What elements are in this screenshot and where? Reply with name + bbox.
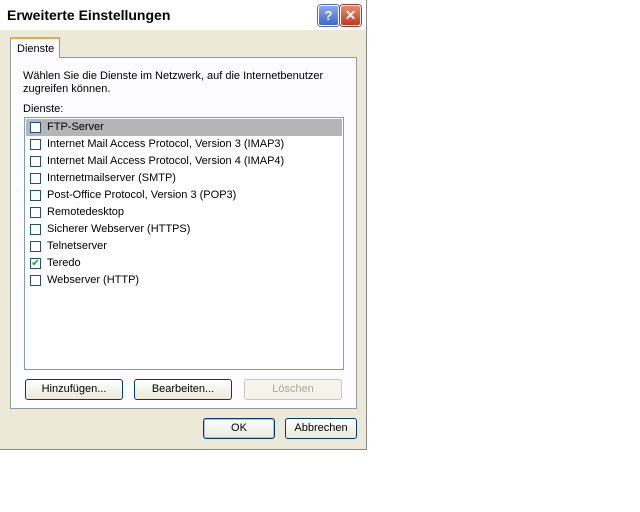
checkbox[interactable] — [30, 241, 41, 252]
add-button[interactable]: Hinzufügen... — [25, 379, 123, 400]
checkbox[interactable] — [30, 156, 41, 167]
list-item-label: Teredo — [47, 257, 81, 269]
list-item[interactable]: Remotedesktop — [26, 204, 342, 221]
list-item[interactable]: ✔ Teredo — [26, 255, 342, 272]
list-item-label: Internetmailserver (SMTP) — [47, 172, 176, 184]
checkbox-checked[interactable]: ✔ — [30, 258, 41, 269]
services-list-label: Dienste: — [23, 103, 64, 115]
list-item-label: FTP-Server — [47, 121, 104, 133]
cancel-button[interactable]: Abbrechen — [285, 418, 357, 439]
description-text: Wählen Sie die Dienste im Netzwerk, auf … — [23, 70, 324, 95]
window-title: Erweiterte Einstellungen — [7, 7, 171, 23]
list-item[interactable]: Internet Mail Access Protocol, Version 4… — [26, 153, 342, 170]
title-bar[interactable]: Erweiterte Einstellungen ? ✕ — [0, 0, 366, 30]
checkbox[interactable] — [30, 207, 41, 218]
delete-button[interactable]: Löschen — [244, 379, 342, 400]
checkbox[interactable] — [30, 275, 41, 286]
checkbox[interactable] — [30, 139, 41, 150]
list-item-label: Remotedesktop — [47, 206, 125, 218]
checkbox[interactable] — [30, 173, 41, 184]
services-listbox[interactable]: FTP-Server Internet Mail Access Protocol,… — [24, 117, 344, 370]
edit-button[interactable]: Bearbeiten... — [134, 379, 232, 400]
list-item-label: Webserver (HTTP) — [47, 274, 140, 286]
checkbox[interactable] — [30, 122, 41, 133]
list-item-label: Internet Mail Access Protocol, Version 3… — [47, 138, 285, 150]
tab-label: Dienste — [17, 43, 55, 55]
ok-button[interactable]: OK — [203, 418, 275, 439]
checkbox[interactable] — [30, 190, 41, 201]
list-item[interactable]: Sicherer Webserver (HTTPS) — [26, 221, 342, 238]
list-item[interactable]: Telnetserver — [26, 238, 342, 255]
list-item[interactable]: FTP-Server — [26, 119, 342, 136]
tab-dienste[interactable]: Dienste — [10, 37, 60, 58]
close-button[interactable]: ✕ — [340, 5, 361, 26]
list-item-label: Telnetserver — [47, 240, 107, 252]
checkbox[interactable] — [30, 224, 41, 235]
list-item-label: Post-Office Protocol, Version 3 (POP3) — [47, 189, 237, 201]
help-button[interactable]: ? — [318, 5, 339, 26]
list-item-label: Sicherer Webserver (HTTPS) — [47, 223, 191, 235]
list-item[interactable]: Internetmailserver (SMTP) — [26, 170, 342, 187]
list-item[interactable]: Internet Mail Access Protocol, Version 3… — [26, 136, 342, 153]
advanced-settings-dialog: Erweiterte Einstellungen ? ✕ Dienste Wäh… — [0, 0, 367, 450]
list-item[interactable]: Webserver (HTTP) — [26, 272, 342, 289]
list-item[interactable]: Post-Office Protocol, Version 3 (POP3) — [26, 187, 342, 204]
list-item-label: Internet Mail Access Protocol, Version 4… — [47, 155, 285, 167]
